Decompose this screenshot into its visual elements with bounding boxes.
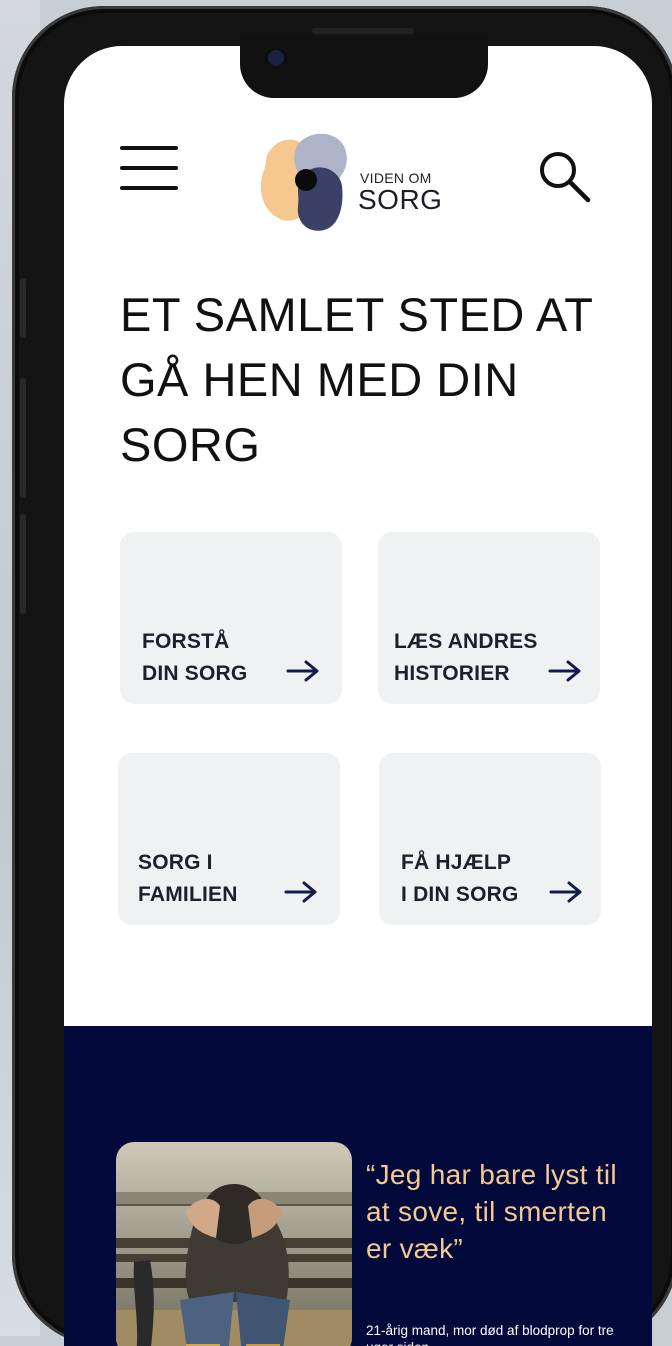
hamburger-menu-icon[interactable]: [120, 146, 180, 202]
logo-text-line2: SORG: [358, 184, 443, 215]
story-photo[interactable]: [116, 1142, 352, 1346]
phone-speaker: [312, 28, 414, 34]
quote-section: “Jeg har bare lyst til at sove, til smer…: [64, 1026, 652, 1346]
card-label: LÆS ANDRES HISTORIER: [394, 630, 538, 685]
arrow-right-icon: [284, 881, 317, 903]
quote-caption: 21-årig mand, mor død af blodprop for tr…: [366, 1323, 614, 1346]
quote-text: “Jeg har bare lyst til at sove, til smer…: [366, 1159, 617, 1264]
phone-side-button: [20, 378, 26, 498]
card-laes-andres-historier[interactable]: LÆS ANDRES HISTORIER: [378, 532, 600, 704]
card-sorg-i-familien[interactable]: SORG I FAMILIEN: [118, 753, 340, 925]
site-header: VIDEN OM SORG: [64, 116, 652, 236]
phone-frame: VIDEN OM SORG ET SAMLET STED AT GÅ HEN M…: [12, 6, 672, 1346]
card-label: FÅ HJÆLP I DIN SORG: [401, 851, 519, 906]
logo-mark-icon: [260, 133, 347, 231]
card-faa-hjaelp[interactable]: FÅ HJÆLP I DIN SORG: [379, 753, 601, 925]
card-forsta-din-sorg[interactable]: FORSTÅ DIN SORG: [120, 532, 342, 704]
search-icon[interactable]: [534, 146, 594, 206]
phone-camera: [268, 50, 284, 66]
arrow-right-icon: [549, 881, 582, 903]
phone-screen: VIDEN OM SORG ET SAMLET STED AT GÅ HEN M…: [64, 46, 652, 1346]
arrow-right-icon: [548, 660, 581, 682]
card-label: FORSTÅ DIN SORG: [142, 630, 248, 685]
site-logo[interactable]: VIDEN OM SORG: [254, 126, 454, 236]
phone-side-button: [20, 278, 26, 338]
grieving-man-image: [116, 1142, 352, 1346]
page-title: ET SAMLET STED AT GÅ HEN MED DIN SORG: [120, 288, 593, 471]
phone-side-button: [20, 514, 26, 614]
card-label: SORG I FAMILIEN: [138, 851, 238, 906]
arrow-right-icon: [286, 660, 319, 682]
phone-notch: [240, 28, 488, 98]
